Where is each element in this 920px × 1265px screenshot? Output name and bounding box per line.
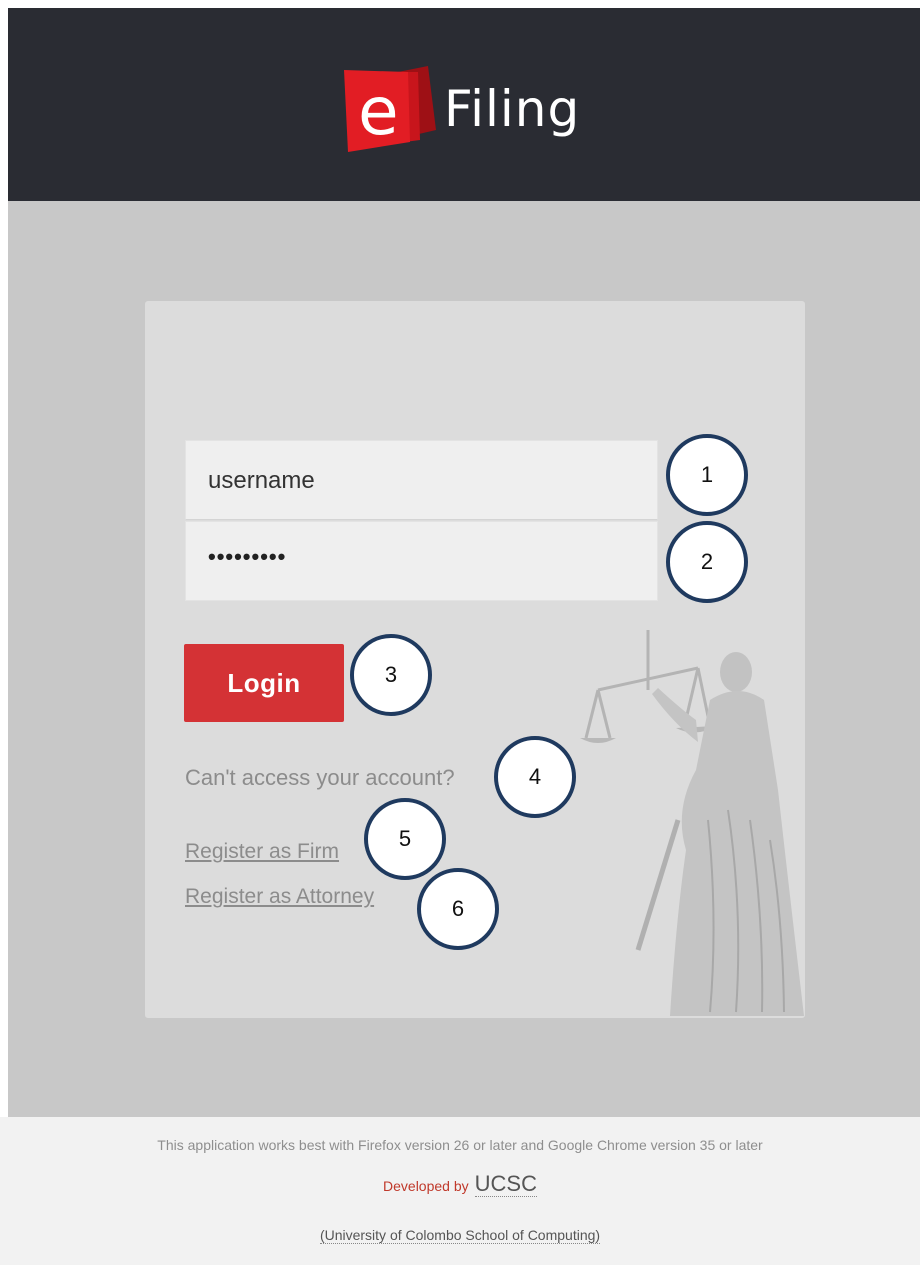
callout-marker-2: 2 [666, 521, 748, 603]
ucsc-link[interactable]: UCSC [474, 1171, 537, 1197]
username-value: username [208, 467, 315, 494]
register-as-firm-link[interactable]: Register as Firm [185, 840, 339, 864]
callout-marker-1: 1 [666, 434, 748, 516]
callout-marker-4: 4 [494, 736, 576, 818]
footer: This application works best with Firefox… [0, 1117, 920, 1265]
logo-text: Filing [444, 80, 581, 138]
browser-compatibility-note: This application works best with Firefox… [157, 1137, 763, 1153]
callout-marker-5: 5 [364, 798, 446, 880]
register-as-attorney-link[interactable]: Register as Attorney [185, 885, 374, 909]
logo-letter: e [358, 73, 399, 150]
developed-by-line: Developed by UCSC [0, 1171, 920, 1197]
password-field[interactable]: ••••••••• [185, 521, 658, 601]
efiling-login-page: e Filing username ••••••••• Login Can't … [0, 0, 920, 1265]
password-value: ••••••••• [208, 544, 287, 569]
cant-access-account-link[interactable]: Can't access your account? [185, 765, 455, 791]
login-button[interactable]: Login [184, 644, 344, 722]
efiling-logo: e Filing [338, 58, 598, 168]
header-bar: e Filing [8, 8, 920, 201]
university-name: (University of Colombo School of Computi… [0, 1227, 920, 1244]
lady-justice-icon [580, 630, 804, 1016]
developed-by-label: Developed by [383, 1178, 469, 1194]
callout-marker-3: 3 [350, 634, 432, 716]
username-field[interactable]: username [185, 440, 658, 520]
efiling-logo-icon: e [344, 66, 436, 152]
university-full-name: (University of Colombo School of Computi… [319, 1227, 601, 1244]
callout-marker-6: 6 [417, 868, 499, 950]
